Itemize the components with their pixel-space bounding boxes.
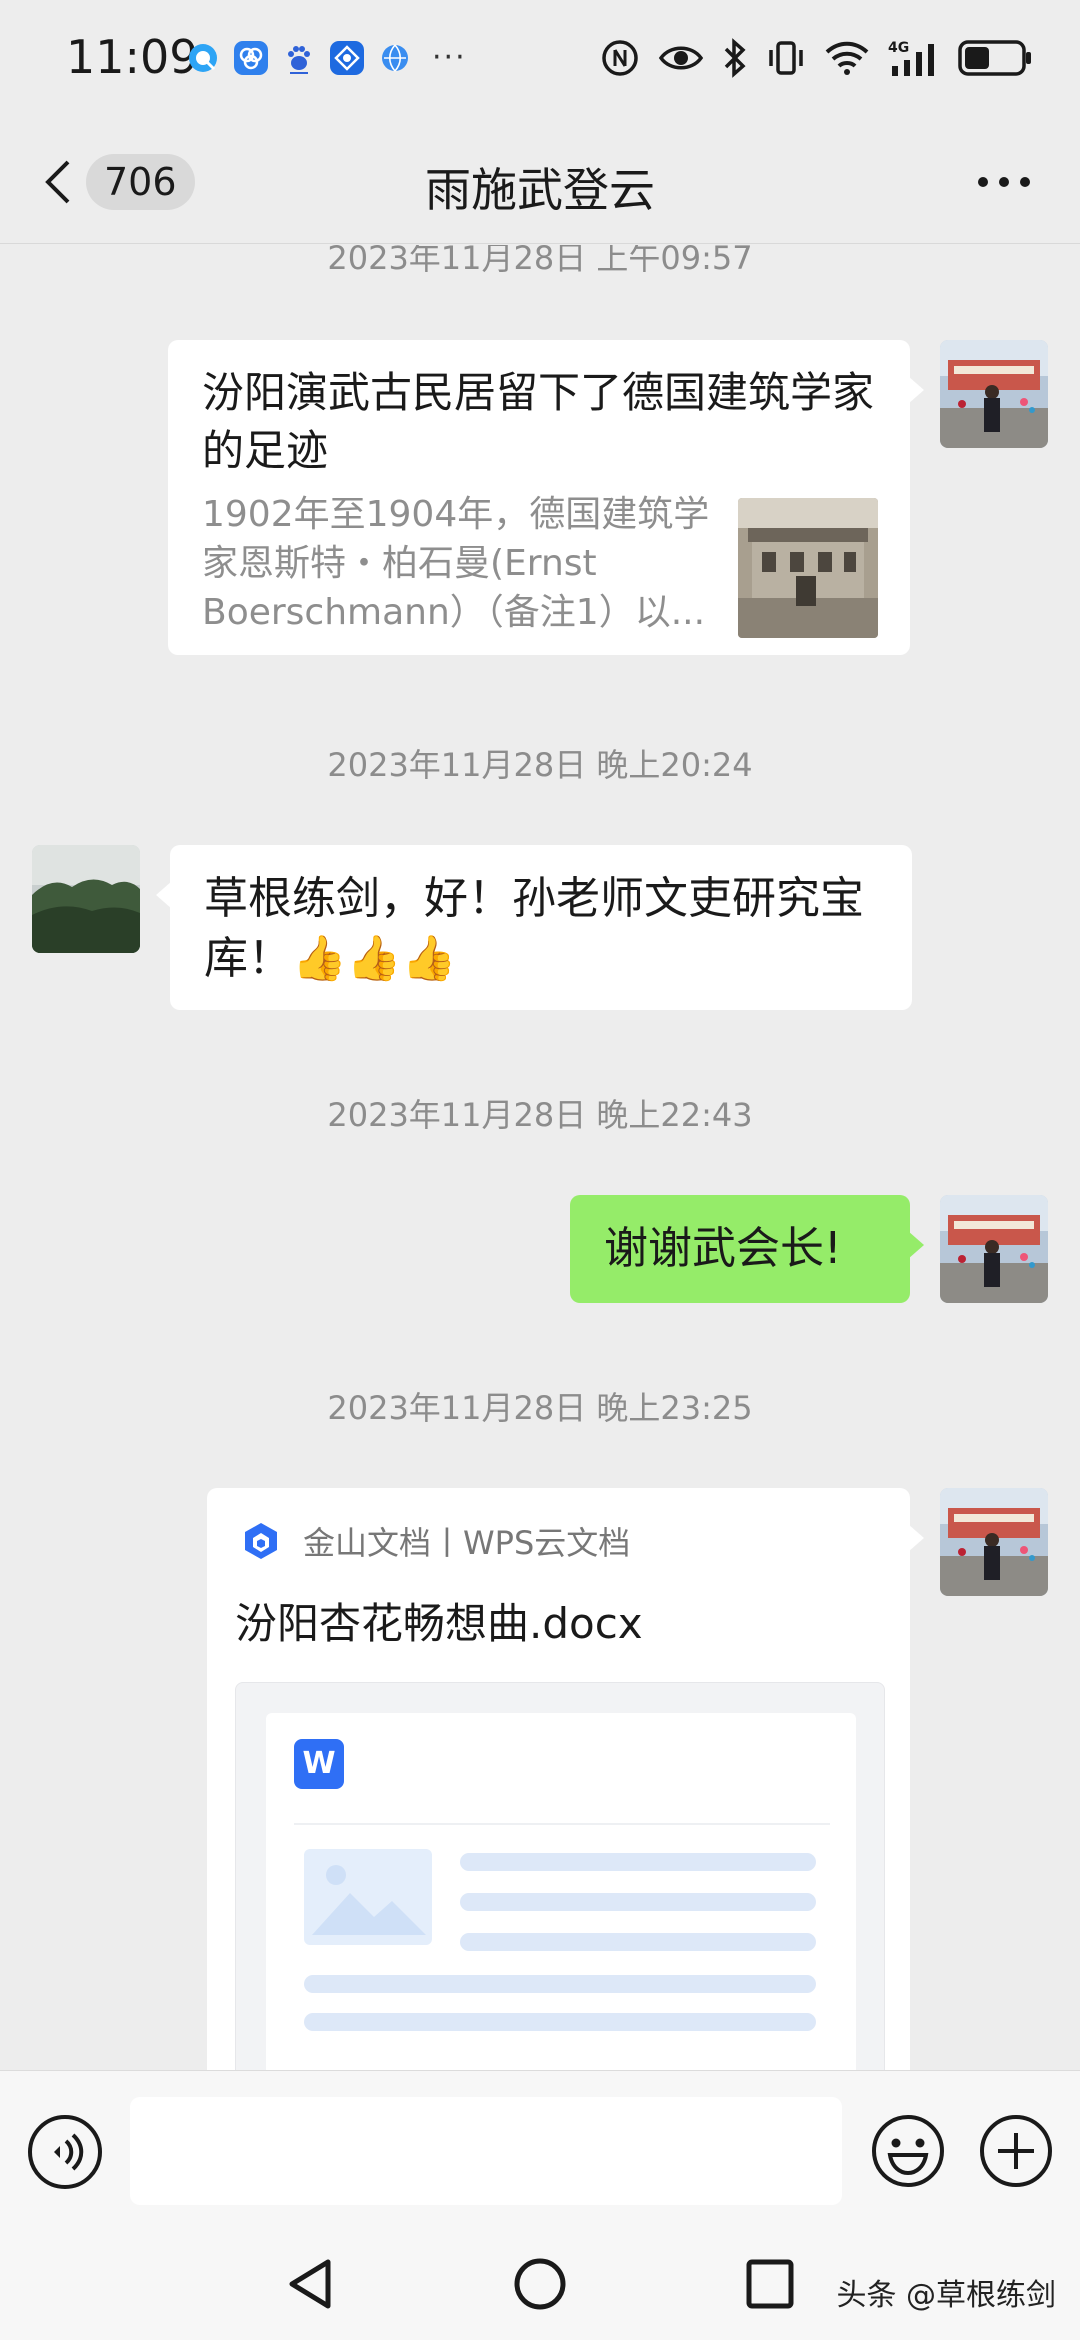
recent-apps-square-icon[interactable] xyxy=(744,2256,796,2312)
message-text: 谢谢武会长! xyxy=(604,1223,842,1274)
nfc-icon xyxy=(602,40,638,76)
link-description: 1902年至1904年，德国建筑学家恩斯特・柏石曼(Ernst Boerschm… xyxy=(202,494,710,633)
signal-4g-icon: 4G xyxy=(888,40,934,76)
my-avatar[interactable] xyxy=(940,340,1048,448)
status-bar: 11:09 ··· 4G xyxy=(0,0,1080,120)
message-text: 草根练剑，好！孙老师文吏研究宝库！👍👍👍 xyxy=(204,873,864,984)
status-time: 11:09 xyxy=(66,30,199,84)
link-title: 汾阳演武古民居留下了德国建筑学家的足迹 xyxy=(202,368,875,475)
notification-icons: ··· xyxy=(186,40,467,75)
sender-avatar[interactable] xyxy=(32,845,140,953)
file-preview: W xyxy=(235,1682,885,2070)
photos-icon xyxy=(234,40,268,75)
message-timestamp: 2023年11月28日 上午09:57 xyxy=(327,245,753,277)
battery-icon xyxy=(958,40,1031,76)
svg-text:4G: 4G xyxy=(888,40,909,56)
input-bar xyxy=(0,2070,1080,2230)
my-avatar[interactable] xyxy=(940,1195,1048,1303)
file-card-message[interactable]: 金山文档丨WPS云文档 汾阳杏花畅想曲.docx W xyxy=(207,1488,924,2070)
wifi-icon xyxy=(825,41,869,75)
link-card-message[interactable]: 汾阳演武古民居留下了德国建筑学家的足迹 1902年至1904年，德国建筑学家恩斯… xyxy=(168,340,924,655)
system-navigation-bar: 头条 @草根练剑 xyxy=(0,2230,1080,2340)
link-thumbnail xyxy=(738,498,878,638)
browser-icon xyxy=(378,41,412,75)
more-dots-icon: ··· xyxy=(432,40,467,75)
mail-icon xyxy=(330,40,364,75)
text-message[interactable]: 谢谢武会长! xyxy=(570,1195,924,1303)
file-source-label: 金山文档丨WPS云文档 xyxy=(303,1524,631,1562)
text-message[interactable]: 草根练剑，好！孙老师文吏研究宝库！👍👍👍 xyxy=(156,845,912,1010)
more-options-button[interactable] xyxy=(978,164,1030,200)
file-name: 汾阳杏花畅想曲.docx xyxy=(235,1599,643,1648)
chat-header: 706 雨施武登云 xyxy=(0,120,1080,244)
bluetooth-icon xyxy=(724,38,746,78)
emoji-icon xyxy=(872,2115,944,2187)
plus-circle-icon xyxy=(980,2115,1052,2187)
wps-writer-icon: W xyxy=(294,1739,344,1789)
qq-browser-icon xyxy=(186,41,220,75)
message-input[interactable] xyxy=(130,2097,842,2205)
wps-cloud-docs-icon xyxy=(245,1523,277,1559)
file-source: 金山文档丨WPS云文档 xyxy=(241,1518,630,1564)
vibrate-icon xyxy=(769,41,803,75)
system-icons: 4G xyxy=(600,38,1032,78)
back-triangle-icon[interactable] xyxy=(284,2256,336,2312)
eye-comfort-icon xyxy=(658,46,704,70)
chat-title: 雨施武登云 xyxy=(425,163,655,217)
message-timestamp: 2023年11月28日 晚上23:25 xyxy=(327,1389,753,1427)
more-functions-button[interactable] xyxy=(978,2113,1054,2189)
message-list[interactable]: 2023年11月28日 上午09:57 汾阳演武古民居留下了德国建筑学家的足迹 … xyxy=(0,245,1080,2070)
home-circle-icon[interactable] xyxy=(512,2256,568,2312)
voice-icon xyxy=(54,2133,84,2171)
voice-input-button[interactable] xyxy=(28,2115,102,2189)
baidu-icon xyxy=(282,41,316,75)
message-timestamp: 2023年11月28日 晚上20:24 xyxy=(327,746,753,784)
watermark: 头条 @草根练剑 xyxy=(836,2278,1056,2313)
image-placeholder-icon xyxy=(304,1849,432,1945)
message-timestamp: 2023年11月28日 晚上22:43 xyxy=(327,1096,753,1134)
my-avatar[interactable] xyxy=(940,1488,1048,1596)
document-page-preview: W xyxy=(266,1713,856,2070)
emoji-button[interactable] xyxy=(870,2113,946,2189)
